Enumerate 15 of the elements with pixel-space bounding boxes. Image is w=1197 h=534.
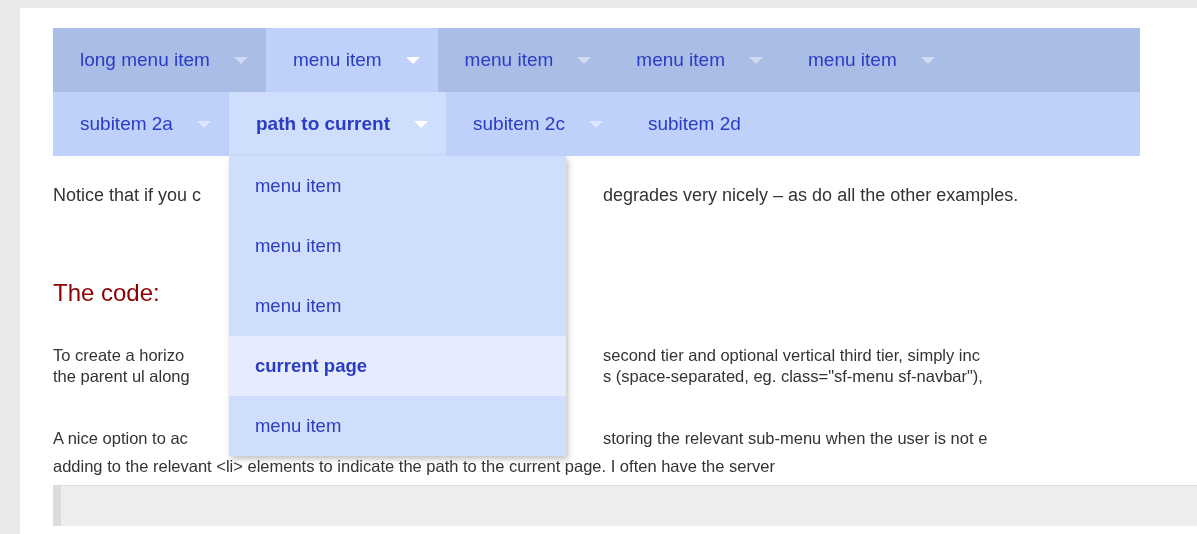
text-fragment: A nice option to ac [53, 428, 189, 449]
text-fragment: storing the relevant sub-menu when the user is not e [603, 428, 988, 449]
text-fragment: s (space-separated, eg. class="sf-menu sf-navbar"), [603, 366, 983, 387]
dropdown-item[interactable]: menu item [228, 396, 566, 456]
text-fragment: degrades very nicely – as do all the other examples. [603, 185, 1019, 207]
dropdown-item[interactable]: menu item [228, 216, 566, 276]
dropdown-item[interactable]: menu item [228, 276, 566, 336]
dropdown-item[interactable]: current page [228, 336, 566, 396]
dropdown-item[interactable]: menu item [228, 156, 566, 216]
text-line: adding to the relevant <li> elements to indicate the path to the current page. I often have the server [53, 456, 775, 477]
menu-item[interactable]: path to current [228, 92, 446, 156]
text-fragment: second tier and optional vertical third tier, simply inc [603, 345, 980, 366]
section-heading: The code: [53, 279, 160, 308]
menu-item[interactable]: menu item [265, 28, 438, 92]
text-fragment: the parent ul along [53, 366, 191, 387]
